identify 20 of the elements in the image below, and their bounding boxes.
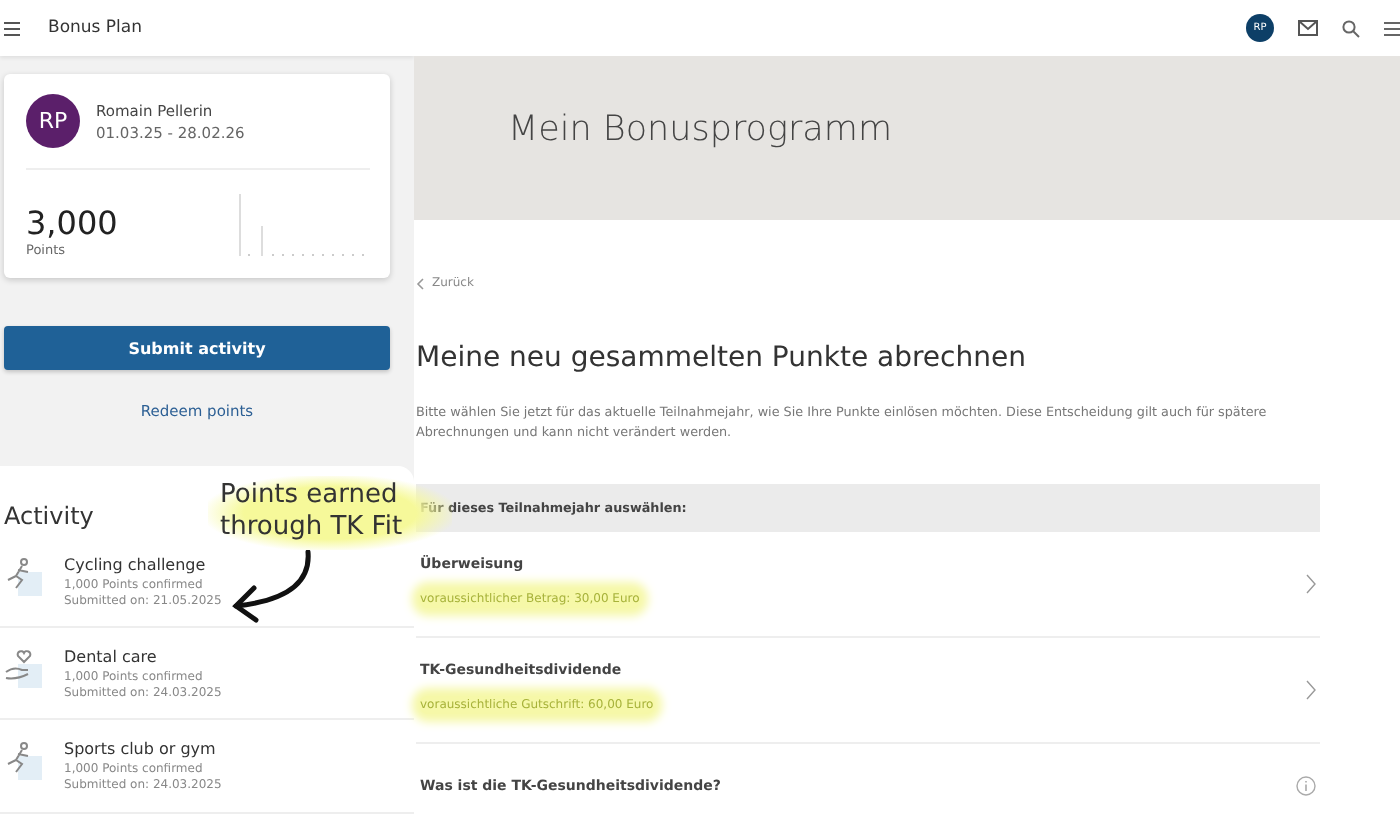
menu-icon[interactable]: [1384, 21, 1400, 35]
submit-activity-button[interactable]: Submit activity: [4, 326, 390, 370]
avatar: RP: [26, 94, 80, 148]
menu-icon[interactable]: [4, 21, 20, 35]
points-value: 3,000: [26, 204, 118, 242]
activity-title: Dental care: [64, 648, 159, 667]
chevron-right-icon[interactable]: [1306, 573, 1316, 593]
activity-title: Activity: [4, 502, 94, 530]
mail-icon[interactable]: [1298, 20, 1318, 36]
heart-hand-icon: [4, 648, 44, 689]
search-icon[interactable]: [1342, 19, 1360, 37]
activity-title: Cycling challenge: [64, 556, 208, 574]
hero-title: Mein Bonusprogramm: [508, 110, 892, 150]
chevron-left-icon[interactable]: [416, 277, 424, 289]
page-heading: Meine neu gesammelten Punkte abrechnen: [416, 342, 1028, 374]
runner-icon: [4, 740, 44, 781]
chevron-right-icon[interactable]: [1306, 679, 1316, 699]
app-title: Bonus Plan: [48, 18, 143, 38]
runner-icon: [4, 556, 44, 596]
activity-title: Sports club or gym: [64, 740, 218, 759]
